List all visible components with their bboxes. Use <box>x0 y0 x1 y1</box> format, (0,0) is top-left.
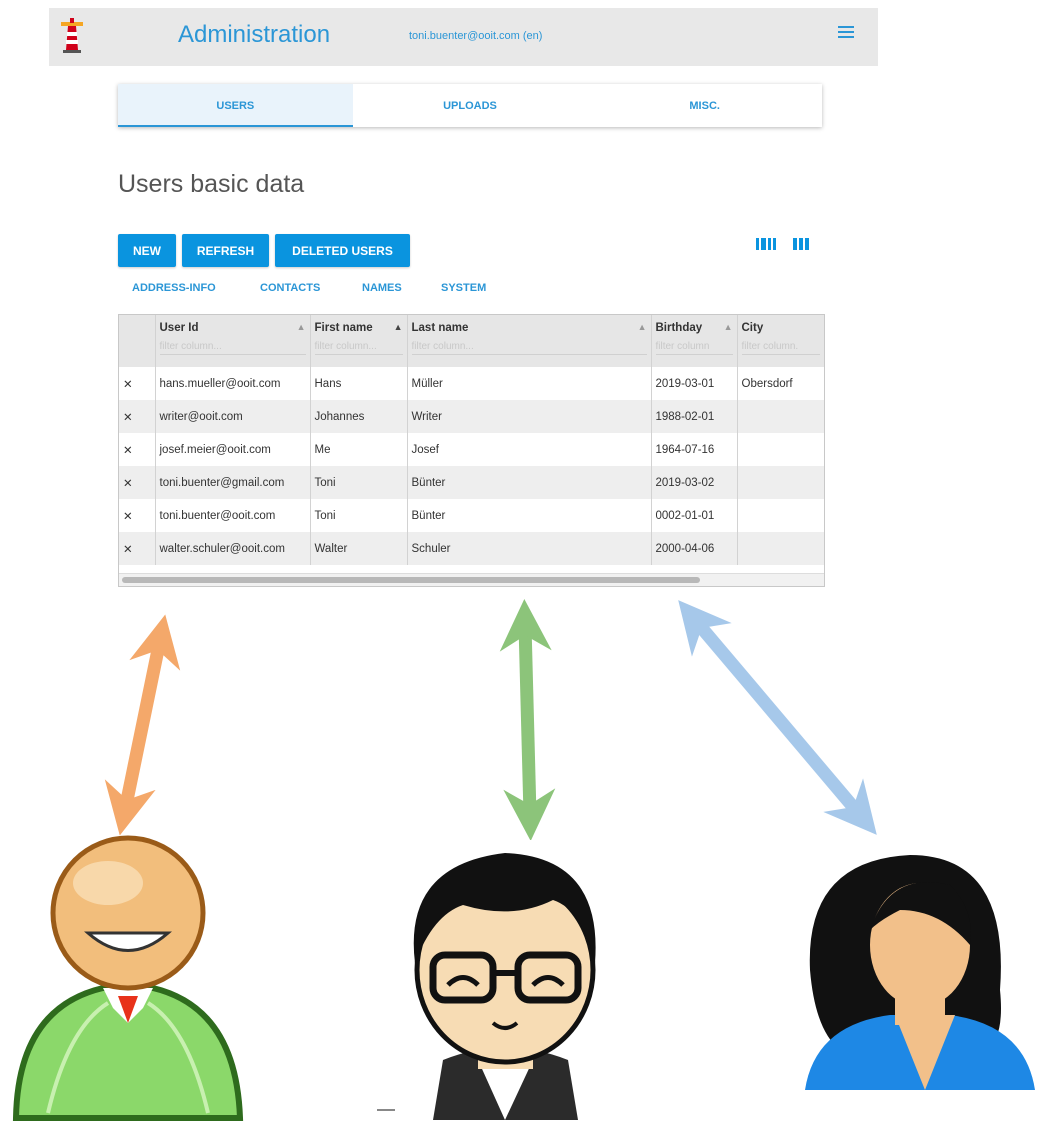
cell-birthday[interactable]: 1964-07-16 <box>651 433 738 466</box>
cell-city[interactable] <box>737 532 824 565</box>
column-group-system[interactable]: SYSTEM <box>441 282 486 294</box>
column-header-last-name[interactable]: Last name ▲ filter column... <box>407 315 652 367</box>
new-button[interactable]: NEW <box>118 234 176 267</box>
tab-misc[interactable]: MISC. <box>587 84 822 127</box>
connection-arrows <box>104 599 877 840</box>
cell-last-name[interactable]: Bünter <box>407 466 652 499</box>
table-row[interactable]: ✕ josef.meier@ooit.com Me Josef 1964-07-… <box>119 433 824 466</box>
sort-arrow-icon[interactable]: ▲ <box>638 322 647 334</box>
cell-first-name[interactable]: Johannes <box>310 400 408 433</box>
cell-city[interactable] <box>737 499 824 532</box>
cell-last-name[interactable]: Bünter <box>407 499 652 532</box>
admin-arrow <box>104 614 181 836</box>
column-group-contacts[interactable]: CONTACTS <box>260 282 320 294</box>
column-header-first-name[interactable]: First name ▲ filter column... <box>310 315 408 367</box>
current-user-email[interactable]: toni.buenter@ooit.com (en) <box>409 30 542 42</box>
developer-arrow <box>499 599 556 840</box>
column-filter-input[interactable]: filter column <box>655 341 733 355</box>
top-bar: Administration toni.buenter@ooit.com (en… <box>49 8 878 66</box>
cell-user-id[interactable]: writer@ooit.com <box>155 400 311 433</box>
refresh-button[interactable]: REFRESH <box>182 234 269 267</box>
column-group-names[interactable]: NAMES <box>362 282 402 294</box>
cell-first-name[interactable]: Toni <box>310 499 408 532</box>
cell-last-name[interactable]: Josef <box>407 433 652 466</box>
tab-users[interactable]: USERS <box>118 84 353 127</box>
lighthouse-logo-icon[interactable] <box>57 18 87 54</box>
delete-row-icon[interactable]: ✕ <box>119 433 156 466</box>
cell-first-name[interactable]: Hans <box>310 367 408 400</box>
column-label: Last name <box>411 322 469 334</box>
sort-arrow-icon[interactable]: ▲ <box>724 322 733 334</box>
page-title: Users basic data <box>118 170 305 198</box>
cell-last-name[interactable]: Schuler <box>407 532 652 565</box>
select-column-header <box>119 315 156 367</box>
table-row[interactable]: ✕ toni.buenter@ooit.com Toni Bünter 0002… <box>119 499 824 532</box>
delete-row-icon[interactable]: ✕ <box>119 367 156 400</box>
sort-arrow-icon[interactable]: ▲ <box>297 322 306 334</box>
users-grid: User Id ▲ filter column... First name ▲ fi… <box>118 314 825 587</box>
delete-row-icon[interactable]: ✕ <box>119 400 156 433</box>
column-header-user-id[interactable]: User Id ▲ filter column... <box>155 315 311 367</box>
columns-view-icon[interactable] <box>756 238 776 250</box>
column-filter-input[interactable]: filter column... <box>411 341 647 355</box>
cell-birthday[interactable]: 0002-01-01 <box>651 499 738 532</box>
column-filter-input[interactable]: filter column. <box>741 341 820 355</box>
delete-row-icon[interactable]: ✕ <box>119 466 156 499</box>
grid-view-icon[interactable] <box>793 238 809 250</box>
grid-header-row: User Id ▲ filter column... First name ▲ fi… <box>119 315 824 367</box>
cell-last-name[interactable]: Writer <box>407 400 652 433</box>
cell-birthday[interactable]: 2019-03-02 <box>651 466 738 499</box>
cell-birthday[interactable]: 2000-04-06 <box>651 532 738 565</box>
cell-user-id[interactable]: josef.meier@ooit.com <box>155 433 311 466</box>
cell-first-name[interactable]: Walter <box>310 532 408 565</box>
cell-last-name[interactable]: Müller <box>407 367 652 400</box>
cell-city[interactable] <box>737 400 824 433</box>
table-row[interactable]: ✕ toni.buenter@gmail.com Toni Bünter 201… <box>119 466 824 499</box>
divider <box>377 1109 395 1111</box>
cell-city[interactable] <box>737 433 824 466</box>
deleted-users-button[interactable]: DELETED USERS <box>275 234 410 267</box>
sort-arrow-icon[interactable]: ▲ <box>394 322 403 334</box>
cell-birthday[interactable]: 1988-02-01 <box>651 400 738 433</box>
table-row[interactable]: ✕ writer@ooit.com Johannes Writer 1988-0… <box>119 400 824 433</box>
hamburger-icon[interactable] <box>838 26 854 40</box>
cell-user-id[interactable]: toni.buenter@gmail.com <box>155 466 311 499</box>
main-tabs: USERS UPLOADS MISC. <box>118 84 822 127</box>
cell-user-id[interactable]: hans.mueller@ooit.com <box>155 367 311 400</box>
cell-city[interactable]: Obersdorf <box>737 367 824 400</box>
cell-first-name[interactable]: Me <box>310 433 408 466</box>
cell-first-name[interactable]: Toni <box>310 466 408 499</box>
column-filter-input[interactable]: filter column... <box>314 341 403 355</box>
business-user-arrow <box>678 600 877 835</box>
column-group-address-info[interactable]: ADDRESS-INFO <box>132 282 216 294</box>
admin-user-icon <box>12 835 244 1121</box>
delete-row-icon[interactable]: ✕ <box>119 532 156 565</box>
horizontal-scrollbar[interactable] <box>119 573 824 586</box>
column-label: City <box>741 322 764 334</box>
cell-user-id[interactable]: toni.buenter@ooit.com <box>155 499 311 532</box>
column-label: Birthday <box>655 322 703 334</box>
cell-birthday[interactable]: 2019-03-01 <box>651 367 738 400</box>
column-header-city[interactable]: City filter column. <box>737 315 824 367</box>
column-label: User Id <box>159 322 199 334</box>
column-header-birthday[interactable]: Birthday ▲ filter column <box>651 315 738 367</box>
column-filter-input[interactable]: filter column... <box>159 341 306 355</box>
column-label: First name <box>314 322 373 334</box>
tab-uploads[interactable]: UPLOADS <box>353 84 588 127</box>
scrollbar-thumb[interactable] <box>122 577 700 583</box>
delete-row-icon[interactable]: ✕ <box>119 499 156 532</box>
table-row[interactable]: ✕ walter.schuler@ooit.com Walter Schuler… <box>119 532 824 565</box>
cell-user-id[interactable]: walter.schuler@ooit.com <box>155 532 311 565</box>
business-user-icon <box>805 855 1035 1090</box>
app-title: Administration <box>178 21 331 48</box>
developer-user-icon <box>413 853 596 1120</box>
table-row[interactable]: ✕ hans.mueller@ooit.com Hans Müller 2019… <box>119 367 824 400</box>
cell-city[interactable] <box>737 466 824 499</box>
